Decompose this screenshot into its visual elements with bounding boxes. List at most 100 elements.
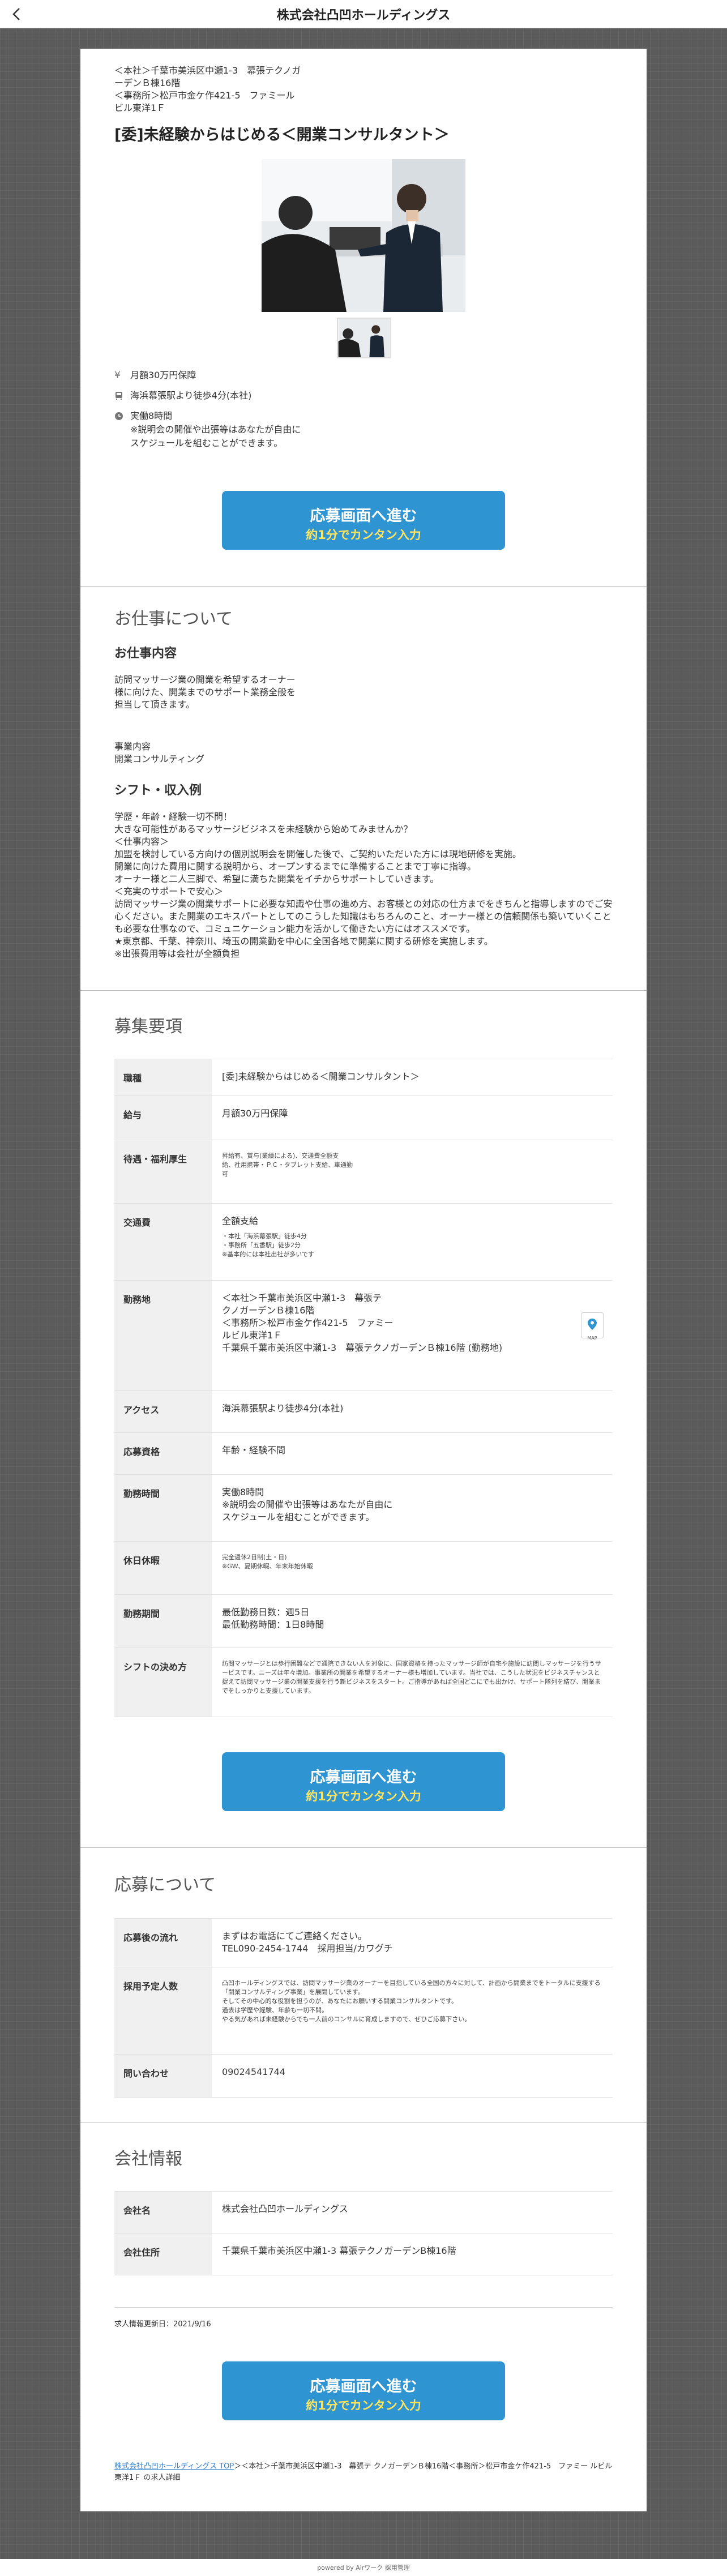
row-label: 応募資格 [114, 1432, 212, 1475]
holidays-text: 完全週休2日制(土・日) ※GW、夏期休暇、年末年始休暇 [222, 1554, 313, 1570]
apply-button-label: 応募画面へ進む [310, 1769, 417, 1786]
row-value: まずはお電話にてご連絡ください。 TEL090-2454-1744 採用担当/カ… [212, 1918, 613, 1967]
apply-button-sublabel: 約1分でカンタン入力 [306, 1790, 421, 1803]
workplace-value: ＜本社＞千葉市美浜区中瀬1-3 幕張テ クノガーデンＢ棟16階 ＜事務所＞松戸市… [222, 1293, 503, 1353]
job-detail-container: ＜本社＞千葉市美浜区中瀬1-3 幕張テクノガーデンＢ棟16階 ＜事務所＞松戸市金… [80, 49, 647, 2511]
table-row: 交通費 全額支給・本社「海浜幕張駅」徒歩4分 ・事務所「五香駅」徒歩2分 ※基本的… [114, 1203, 613, 1281]
row-value: 完全週休2日制(土・日) ※GW、夏期休暇、年末年始休暇 [212, 1541, 613, 1595]
apply-info-section: 応募について 応募後の流れ まずはお電話にてご連絡ください。 TEL090-245… [80, 1848, 647, 2123]
benefits-text: 昇給有、賞与(業績による)、交通費全額支 給、社用携帯・ＰＣ・タブレット支給、車… [222, 1152, 353, 1178]
apply-button[interactable]: 応募画面へ進む 約1分でカンタン入力 [222, 2361, 505, 2420]
row-label: 給与 [114, 1096, 212, 1140]
table-row: 問い合わせ 09024541744 [114, 2054, 613, 2098]
hiring-count-text: 凸凹ホールディングスでは、訪問マッサージ業のオーナーを目指している全国の方々に対… [222, 1979, 601, 2023]
apply-button-label: 応募画面へ進む [310, 507, 417, 525]
table-row: 待遇・福利厚生 昇給有、賞与(業績による)、交通費全額支 給、社用携帯・ＰＣ・タブ… [114, 1140, 613, 1204]
row-label: アクセス [114, 1390, 212, 1433]
row-value: 昇給有、賞与(業績による)、交通費全額支 給、社用携帯・ＰＣ・タブレット支給、車… [212, 1140, 613, 1204]
company-section-title: 会社情報 [114, 2149, 182, 2169]
table-row: 応募資格 年齢・経験不問 [114, 1432, 613, 1475]
row-label: 会社名 [114, 2191, 212, 2233]
row-label: 会社住所 [114, 2233, 212, 2275]
train-icon [114, 389, 130, 403]
clock-icon [114, 409, 130, 423]
main-photo[interactable] [262, 159, 465, 312]
row-label: 勤務期間 [114, 1594, 212, 1648]
hero-info-list: ¥ 月額30万円保障 海浜幕張駅より徒歩4分(本社) 実働8時間 ※説明会の開催… [114, 369, 613, 450]
table-row: 勤務時間 実働8時間 ※説明会の開催や出張等はあなたが自由に スケジュールを組むこ… [114, 1474, 613, 1542]
footer: powered by Airワーク 採用管理 [0, 2559, 727, 2576]
row-value: 訪問マッサージとは歩行困難などで通院できない人を対象に、国家資格を持ったマッサー… [212, 1648, 613, 1717]
shift-description: 学歴・年齢・経験一切不問！ 大きな可能性があるマッサージビジネスを未経験から始め… [114, 811, 613, 959]
row-label: 待遇・福利厚生 [114, 1140, 212, 1204]
table-row: 勤務期間 最低勤務日数：週5日 最低勤務時間：1日8時間 [114, 1594, 613, 1648]
map-button[interactable]: MAP [581, 1312, 604, 1341]
table-row: 採用予定人数 凸凹ホールディングスでは、訪問マッサージ業のオーナーを目指している全… [114, 1967, 613, 2055]
row-label: 応募後の流れ [114, 1918, 212, 1967]
row-value: 千葉県千葉市美浜区中瀬1-3 幕張テクノガーデンB棟16階 [212, 2233, 613, 2275]
row-value: 最低勤務日数：週5日 最低勤務時間：1日8時間 [212, 1594, 613, 1648]
apply-button[interactable]: 応募画面へ進む 約1分でカンタン入力 [222, 491, 505, 550]
recruitment-section: 募集要項 職種 [委]未経験からはじめる＜開業コンサルタント＞ 給与 月額30万円保… [80, 991, 647, 1848]
work-heading: お仕事内容 [114, 647, 177, 661]
footer-powered-by: powered by Airワーク 採用管理 [317, 2564, 410, 2571]
map-pin-icon [588, 1306, 597, 1332]
map-button-label: MAP [587, 1336, 597, 1341]
apply-section-title: 応募について [114, 1875, 216, 1895]
work-description: 訪問マッサージ業の開業を希望するオーナー様に向けた、開業までのサポート業務全般を… [114, 674, 296, 710]
table-row: 勤務地 ＜本社＞千葉市美浜区中瀬1-3 幕張テ クノガーデンＢ棟16階 ＜事務所＞… [114, 1280, 613, 1391]
row-label: 交通費 [114, 1203, 212, 1281]
work-detail: 事業内容 開業コンサルティング [114, 741, 205, 764]
table-row: シフトの決め方 訪問マッサージとは歩行困難などで通院できない人を対象に、国家資格を… [114, 1648, 613, 1717]
access-text: 海浜幕張駅より徒歩4分(本社) [130, 390, 252, 401]
row-value: 株式会社凸凹ホールディングス [212, 2191, 613, 2233]
yen-icon: ¥ [114, 370, 121, 381]
row-label: 採用予定人数 [114, 1967, 212, 2055]
hero-address: ＜本社＞千葉市美浜区中瀬1-3 幕張テクノガーデンＢ棟16階 ＜事務所＞松戸市金… [114, 65, 301, 113]
page-title: 株式会社凸凹ホールディングス [276, 8, 451, 23]
company-info-section: 会社情報 会社名 株式会社凸凹ホールディングス 会社住所 千葉県千葉市美浜区中瀬1-… [80, 2123, 647, 2511]
transport-value: 全額支給 [222, 1216, 259, 1226]
shift-heading: シフト・収入例 [114, 784, 202, 798]
row-label: 問い合わせ [114, 2054, 212, 2098]
breadcrumb-company-top-link[interactable]: 株式会社凸凹ホールディングス TOP [114, 2462, 234, 2471]
table-row: 給与 月額30万円保障 [114, 1096, 613, 1140]
apply-table: 応募後の流れ まずはお電話にてご連絡ください。 TEL090-2454-1744 … [114, 1918, 613, 2098]
row-value: 年齢・経験不問 [212, 1432, 613, 1475]
table-row: アクセス 海浜幕張駅より徒歩4分(本社) [114, 1390, 613, 1433]
shift-method-text: 訪問マッサージとは歩行困難などで通院できない人を対象に、国家資格を持ったマッサー… [222, 1660, 601, 1694]
photo-thumbnail[interactable] [336, 318, 391, 358]
row-label: シフトの決め方 [114, 1648, 212, 1717]
row-value: 実働8時間 ※説明会の開催や出張等はあなたが自由に スケジュールを組むことができ… [212, 1474, 613, 1542]
recruit-table: 職種 [委]未経験からはじめる＜開業コンサルタント＞ 給与 月額30万円保障 待遇・… [114, 1059, 613, 1717]
photo-thumbnails [114, 318, 613, 358]
row-label: 休日休暇 [114, 1541, 212, 1595]
job-title: [委]未経験からはじめる＜開業コンサルタント＞ [114, 126, 450, 144]
row-value: 凸凹ホールディングスでは、訪問マッサージ業のオーナーを目指している全国の方々に対… [212, 1967, 613, 2055]
job-hero-card: ＜本社＞千葉市美浜区中瀬1-3 幕張テクノガーデンＢ棟16階 ＜事務所＞松戸市金… [80, 49, 647, 587]
hours-text: 実働8時間 ※説明会の開催や出張等はあなたが自由に スケジュールを組むことができ… [130, 410, 301, 448]
apply-button-sublabel: 約1分でカンタン入力 [306, 2399, 421, 2412]
row-value: 全額支給・本社「海浜幕張駅」徒歩4分 ・事務所「五香駅」徒歩2分 ※基本的には本… [212, 1203, 613, 1281]
hours-info: 実働8時間 ※説明会の開催や出張等はあなたが自由に スケジュールを組むことができ… [114, 409, 613, 450]
row-value: 09024541744 [212, 2054, 613, 2098]
salary-info: ¥ 月額30万円保障 [114, 369, 613, 382]
about-section-title: お仕事について [114, 609, 233, 629]
apply-button[interactable]: 応募画面へ進む 約1分でカンタン入力 [222, 1752, 505, 1811]
row-value: ＜本社＞千葉市美浜区中瀬1-3 幕張テ クノガーデンＢ棟16階 ＜事務所＞松戸市… [212, 1280, 613, 1391]
transport-note: ・本社「海浜幕張駅」徒歩4分 ・事務所「五香駅」徒歩2分 ※基本的には本社出社が… [222, 1233, 314, 1258]
apply-button-sublabel: 約1分でカンタン入力 [306, 528, 421, 542]
table-row: 職種 [委]未経験からはじめる＜開業コンサルタント＞ [114, 1059, 613, 1096]
row-label: 職種 [114, 1059, 212, 1096]
about-job-section: お仕事について お仕事内容 訪問マッサージ業の開業を希望するオーナー様に向けた、… [80, 587, 647, 991]
updated-date: 求人情報更新日：2021/9/16 [114, 2307, 613, 2329]
access-info: 海浜幕張駅より徒歩4分(本社) [114, 389, 613, 403]
table-row: 会社住所 千葉県千葉市美浜区中瀬1-3 幕張テクノガーデンB棟16階 [114, 2233, 613, 2275]
row-label: 勤務時間 [114, 1474, 212, 1542]
row-value: [委]未経験からはじめる＜開業コンサルタント＞ [212, 1059, 613, 1096]
row-label: 勤務地 [114, 1280, 212, 1391]
chevron-left-icon[interactable] [8, 6, 25, 23]
table-row: 会社名 株式会社凸凹ホールディングス [114, 2191, 613, 2233]
table-row: 休日休暇 完全週休2日制(土・日) ※GW、夏期休暇、年末年始休暇 [114, 1541, 613, 1595]
salary-text: 月額30万円保障 [130, 370, 196, 380]
